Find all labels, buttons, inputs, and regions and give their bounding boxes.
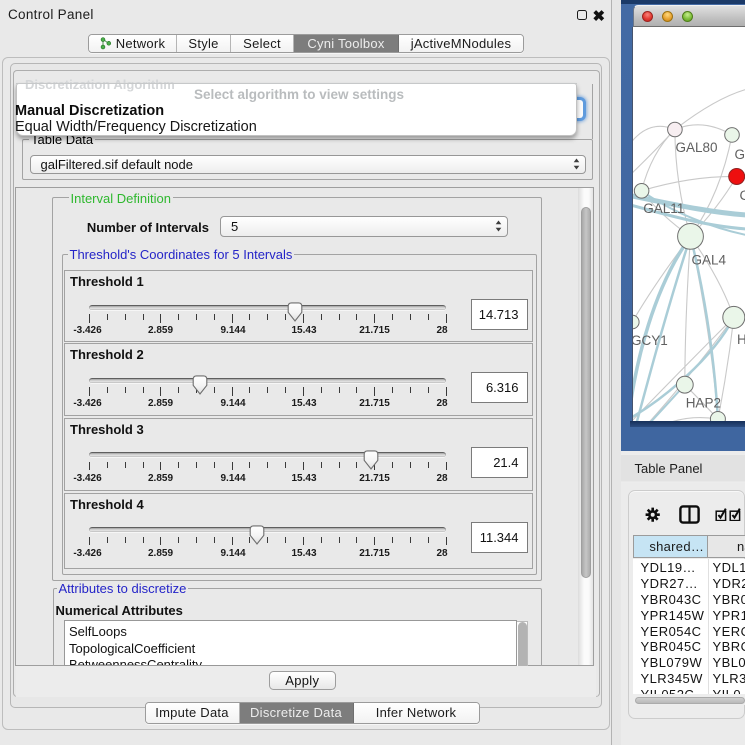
svg-text:GAL11: GAL11 xyxy=(643,201,684,216)
svg-text:GA: GA xyxy=(735,147,745,162)
svg-text:C: C xyxy=(740,188,745,203)
svg-text:GAL80: GAL80 xyxy=(676,140,718,155)
svg-text:HAP2: HAP2 xyxy=(686,396,721,411)
svg-text:GAL4: GAL4 xyxy=(692,253,727,268)
svg-text:GCY1: GCY1 xyxy=(633,333,668,348)
svg-text:H: H xyxy=(737,332,745,347)
